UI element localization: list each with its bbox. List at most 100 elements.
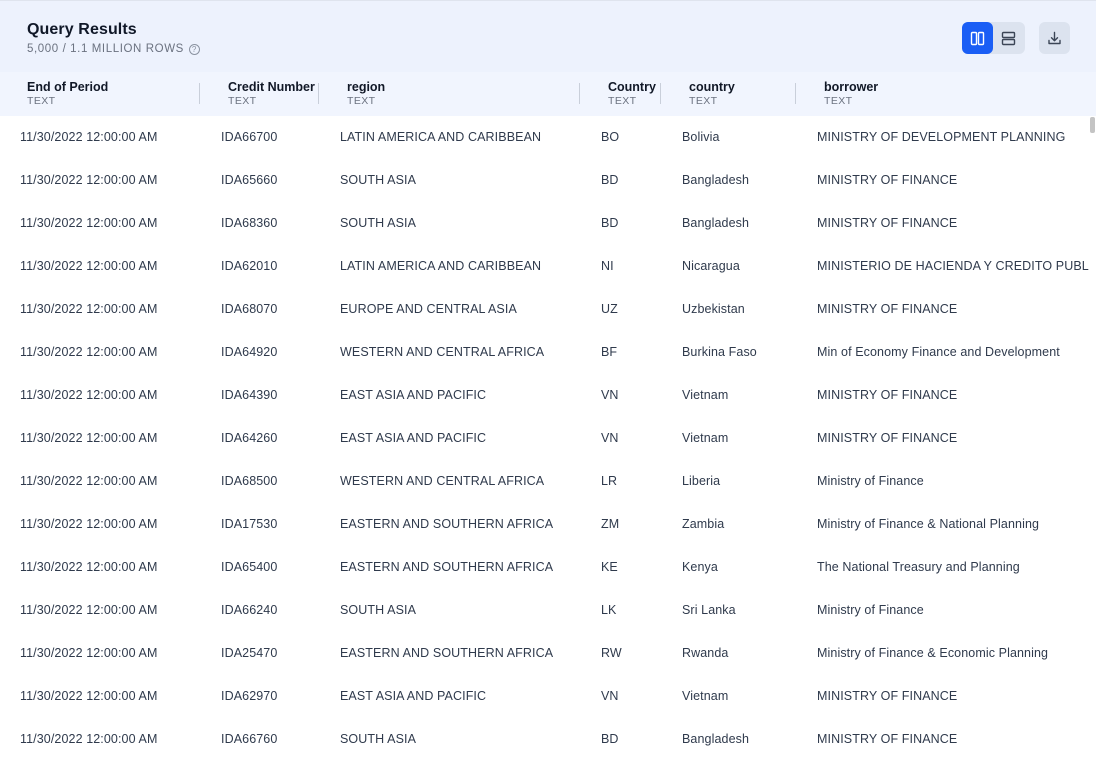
table-row[interactable]: 11/30/2022 12:00:00 AM IDA66760 SOUTH ASIA… [0, 718, 1090, 761]
column-type: TEXT [347, 95, 376, 107]
table-row[interactable]: 11/30/2022 12:00:00 AM IDA64260 EAST ASIA … [0, 417, 1090, 460]
cell-country-code: BD [601, 732, 619, 746]
cell-end-of-period: 11/30/2022 12:00:00 AM [20, 345, 158, 359]
cell-credit-number: IDA62970 [221, 689, 278, 703]
cell-region: EAST ASIA AND PACIFIC [340, 689, 487, 703]
cell-credit-number: IDA66700 [221, 130, 278, 144]
cell-credit-number: IDA64390 [221, 388, 278, 402]
table-body: 11/30/2022 12:00:00 AM IDA66700 LATIN AMER… [0, 116, 1096, 769]
cell-country: Vietnam [682, 388, 729, 402]
table-row[interactable]: 11/30/2022 12:00:00 AM IDA25470 EASTERN AN… [0, 632, 1090, 675]
table-row[interactable]: 11/30/2022 12:00:00 AM IDA66240 SOUTH ASIA… [0, 589, 1090, 632]
column-resize-handle[interactable] [579, 83, 580, 104]
cell-credit-number: IDA65660 [221, 173, 278, 187]
row-count-label: 5,000 / 1.1 MILLION ROWS ? [27, 42, 200, 55]
cell-credit-number: IDA65400 [221, 560, 278, 574]
table-row[interactable]: 11/30/2022 12:00:00 AM IDA64920 WESTERN AN… [0, 331, 1090, 374]
cell-country-code: BF [601, 345, 618, 359]
cell-end-of-period: 11/30/2022 12:00:00 AM [20, 646, 158, 660]
download-button[interactable] [1039, 22, 1070, 54]
column-type: TEXT [689, 95, 718, 107]
column-type: TEXT [228, 95, 257, 107]
cell-borrower: Ministry of Finance & National Planning [817, 517, 1040, 531]
table-row[interactable]: 11/30/2022 12:00:00 AM IDA68070 EUROPE AND… [0, 288, 1090, 331]
cell-country: Bangladesh [682, 173, 750, 187]
column-name: End of Period [27, 80, 109, 94]
columns-icon [970, 31, 985, 45]
cell-end-of-period: 11/30/2022 12:00:00 AM [20, 302, 158, 316]
cell-end-of-period: 11/30/2022 12:00:00 AM [20, 130, 158, 144]
column-resize-handle[interactable] [795, 83, 796, 104]
cell-country-code: LR [601, 474, 618, 488]
table-row[interactable]: 11/30/2022 12:00:00 AM IDA65660 SOUTH ASIA… [0, 159, 1090, 202]
cell-country-code: VN [601, 388, 619, 402]
cell-end-of-period: 11/30/2022 12:00:00 AM [20, 474, 158, 488]
table-row[interactable]: 11/30/2022 12:00:00 AM IDA62970 EAST ASIA … [0, 675, 1090, 718]
column-name: region [347, 80, 386, 94]
cell-region: SOUTH ASIA [340, 603, 417, 617]
table-row[interactable]: 11/30/2022 12:00:00 AM IDA64390 EAST ASIA … [0, 374, 1090, 417]
cell-region: EAST ASIA AND PACIFIC [340, 388, 487, 402]
cell-region: EASTERN AND SOUTHERN AFRICA [340, 517, 554, 531]
cell-credit-number: IDA64920 [221, 345, 278, 359]
cell-borrower: MINISTRY OF DEVELOPMENT PLANNING [817, 130, 1066, 144]
column-name: Country [608, 80, 656, 94]
row-view-button[interactable] [993, 22, 1024, 54]
cell-end-of-period: 11/30/2022 12:00:00 AM [20, 216, 158, 230]
cell-region: SOUTH ASIA [340, 173, 417, 187]
cell-country-code: LK [601, 603, 617, 617]
rows-icon [1001, 31, 1016, 45]
vertical-scrollbar[interactable] [1089, 116, 1096, 769]
cell-region: WESTERN AND CENTRAL AFRICA [340, 345, 545, 359]
cell-region: LATIN AMERICA AND CARIBBEAN [340, 259, 542, 273]
column-header-region[interactable]: region TEXT [347, 80, 385, 107]
row-count-text: 5,000 / 1.1 MILLION ROWS [27, 42, 184, 55]
table-header: End of Period TEXT Credit Number TEXT re… [0, 72, 1096, 116]
cell-borrower: Ministry of Finance & Economic Planning [817, 646, 1049, 660]
column-header-credit-number[interactable]: Credit Number TEXT [228, 80, 315, 107]
column-type: TEXT [824, 95, 853, 107]
table-row[interactable]: 11/30/2022 12:00:00 AM IDA68500 WESTERN AN… [0, 460, 1090, 503]
cell-country: Bolivia [682, 130, 720, 144]
cell-country: Rwanda [682, 646, 729, 660]
table-row[interactable]: 11/30/2022 12:00:00 AM IDA62010 LATIN AMER… [0, 245, 1096, 288]
cell-end-of-period: 11/30/2022 12:00:00 AM [20, 173, 158, 187]
cell-credit-number: IDA64260 [221, 431, 278, 445]
table-row[interactable]: 11/30/2022 12:00:00 AM IDA66700 LATIN AMER… [0, 116, 1090, 159]
column-resize-handle[interactable] [660, 83, 661, 104]
cell-credit-number: IDA68500 [221, 474, 278, 488]
cell-region: EUROPE AND CENTRAL ASIA [340, 302, 517, 316]
table-row[interactable]: 11/30/2022 12:00:00 AM IDA68360 SOUTH ASIA… [0, 202, 1090, 245]
cell-borrower: MINISTRY OF FINANCE [817, 302, 958, 316]
scrollbar-thumb[interactable] [1090, 117, 1095, 133]
column-resize-handle[interactable] [199, 83, 200, 104]
help-icon[interactable]: ? [188, 44, 200, 55]
cell-end-of-period: 11/30/2022 12:00:00 AM [20, 388, 158, 402]
cell-country: Zambia [682, 517, 725, 531]
cell-country: Bangladesh [682, 216, 750, 230]
cell-borrower: Ministry of Finance [817, 603, 924, 617]
cell-credit-number: IDA68360 [221, 216, 278, 230]
column-view-button[interactable] [962, 22, 993, 54]
column-header-country-code[interactable]: Country TEXT [608, 80, 656, 107]
cell-end-of-period: 11/30/2022 12:00:00 AM [20, 689, 158, 703]
column-resize-handle[interactable] [318, 83, 319, 104]
column-header-country[interactable]: country TEXT [689, 80, 735, 107]
cell-country-code: RW [601, 646, 622, 660]
cell-borrower: MINISTRY OF FINANCE [817, 732, 958, 746]
cell-borrower: MINISTERIO DE HACIENDA Y CREDITO PUBLICO [817, 259, 1096, 273]
cell-country: Vietnam [682, 689, 729, 703]
cell-end-of-period: 11/30/2022 12:00:00 AM [20, 603, 158, 617]
view-toggle [962, 22, 1025, 54]
column-name: country [689, 80, 735, 94]
cell-country: Nicaragua [682, 259, 740, 273]
cell-credit-number: IDA17530 [221, 517, 278, 531]
table-row[interactable]: 11/30/2022 12:00:00 AM IDA17530 EASTERN AN… [0, 503, 1090, 546]
cell-end-of-period: 11/30/2022 12:00:00 AM [20, 732, 158, 746]
table-row[interactable]: 11/30/2022 12:00:00 AM IDA65400 EASTERN AN… [0, 546, 1090, 589]
cell-country-code: VN [601, 431, 619, 445]
column-header-end-of-period[interactable]: End of Period TEXT [27, 80, 108, 107]
cell-country: Uzbekistan [682, 302, 745, 316]
column-header-borrower[interactable]: borrower TEXT [824, 80, 878, 107]
cell-country-code: VN [601, 689, 619, 703]
